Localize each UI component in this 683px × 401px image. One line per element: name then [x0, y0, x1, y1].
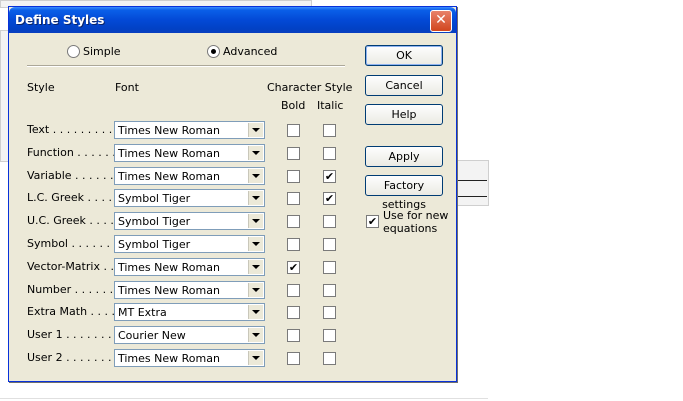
bold-checkbox[interactable] — [287, 284, 300, 297]
italic-checkbox[interactable]: ✔ — [323, 192, 336, 205]
italic-checkbox[interactable] — [323, 284, 336, 297]
chevron-down-icon[interactable] — [248, 237, 263, 251]
chevron-down-icon[interactable] — [248, 283, 263, 297]
font-select[interactable]: Times New Roman — [114, 167, 265, 185]
close-button[interactable]: ✕ — [430, 10, 452, 32]
check-icon: ✔ — [324, 170, 335, 183]
italic-checkbox[interactable] — [323, 329, 336, 342]
close-icon: ✕ — [435, 12, 447, 28]
apply-button[interactable]: Apply — [365, 146, 443, 167]
italic-checkbox[interactable]: ✔ — [323, 170, 336, 183]
italic-checkbox[interactable] — [323, 147, 336, 160]
font-select-value: Times New Roman — [118, 124, 220, 137]
style-label: Extra Math . . . . . — [27, 305, 123, 318]
font-select-value: Times New Roman — [118, 147, 220, 160]
chevron-down-icon[interactable] — [248, 260, 263, 274]
bold-checkbox[interactable] — [287, 306, 300, 319]
italic-checkbox[interactable] — [323, 124, 336, 137]
simple-label: Simple — [83, 45, 121, 58]
separator — [27, 65, 345, 67]
font-header: Font — [115, 81, 139, 94]
font-select-value: MT Extra — [118, 306, 167, 319]
chevron-down-icon[interactable] — [248, 328, 263, 342]
define-styles-dialog: Define Styles ✕ Simple Advanced Style Fo… — [8, 6, 457, 382]
style-label: User 2 . . . . . . . . — [27, 351, 119, 364]
font-select[interactable]: Symbol Tiger — [114, 235, 265, 253]
factory-settings-button[interactable]: Factory settings — [365, 175, 443, 211]
font-select[interactable]: Times New Roman — [114, 121, 265, 139]
advanced-label: Advanced — [223, 45, 278, 58]
style-label: Symbol . . . . . . . . — [27, 237, 124, 250]
title-bar: Define Styles ✕ — [9, 7, 456, 33]
bold-checkbox[interactable] — [287, 238, 300, 251]
style-label: Number . . . . . . . — [27, 283, 121, 296]
check-icon: ✔ — [324, 192, 335, 205]
use-for-new-checkbox[interactable]: ✔ — [366, 215, 379, 228]
chevron-down-icon[interactable] — [248, 146, 263, 160]
use-for-new-label-1: Use for new — [383, 209, 449, 222]
font-select-value: Symbol Tiger — [118, 238, 191, 251]
background-line — [0, 398, 488, 399]
chevron-down-icon[interactable] — [248, 214, 263, 228]
radio-selected-dot — [211, 49, 216, 54]
simple-radio[interactable] — [67, 45, 80, 58]
chevron-down-icon[interactable] — [248, 191, 263, 205]
character-style-header: Character Style — [267, 81, 353, 94]
font-select-value: Courier New — [118, 329, 186, 342]
style-label: Function . . . . . . . — [27, 146, 123, 159]
bold-checkbox[interactable] — [287, 147, 300, 160]
bold-checkbox[interactable] — [287, 329, 300, 342]
bold-checkbox[interactable]: ✔ — [287, 261, 300, 274]
font-select[interactable]: MT Extra — [114, 303, 265, 321]
font-select-value: Times New Roman — [118, 284, 220, 297]
check-icon: ✔ — [367, 215, 378, 228]
use-for-new-label-2: equations — [383, 222, 438, 235]
background-panel — [455, 160, 489, 206]
font-select[interactable]: Times New Roman — [114, 281, 265, 299]
ok-button[interactable]: OK — [365, 45, 443, 66]
font-select-value: Times New Roman — [118, 352, 220, 365]
style-label: L.C. Greek . . . . . — [27, 191, 119, 204]
style-label: User 1 . . . . . . . — [27, 328, 112, 341]
check-icon: ✔ — [288, 261, 299, 274]
chevron-down-icon[interactable] — [248, 123, 263, 137]
bold-header: Bold — [281, 99, 306, 112]
font-select[interactable]: Times New Roman — [114, 258, 265, 276]
font-select[interactable]: Symbol Tiger — [114, 189, 265, 207]
font-select-value: Symbol Tiger — [118, 192, 191, 205]
bold-checkbox[interactable] — [287, 215, 300, 228]
font-select[interactable]: Symbol Tiger — [114, 212, 265, 230]
italic-header: Italic — [317, 99, 344, 112]
chevron-down-icon[interactable] — [248, 305, 263, 319]
italic-checkbox[interactable] — [323, 306, 336, 319]
bold-checkbox[interactable] — [287, 192, 300, 205]
dialog-title: Define Styles — [15, 13, 105, 27]
background-ruler-line — [455, 196, 487, 197]
font-select-value: Times New Roman — [118, 261, 220, 274]
bold-checkbox[interactable] — [287, 170, 300, 183]
font-select-value: Symbol Tiger — [118, 215, 191, 228]
bold-checkbox[interactable] — [287, 124, 300, 137]
style-header: Style — [27, 81, 55, 94]
italic-checkbox[interactable] — [323, 238, 336, 251]
cancel-button[interactable]: Cancel — [365, 75, 443, 96]
font-select-value: Times New Roman — [118, 170, 220, 183]
chevron-down-icon[interactable] — [248, 351, 263, 365]
style-label: U.C. Greek . . . . . — [27, 214, 121, 227]
style-label: Text . . . . . . . . . . — [27, 123, 120, 136]
background-ruler-line — [455, 180, 487, 181]
font-select[interactable]: Courier New — [114, 326, 265, 344]
italic-checkbox[interactable] — [323, 261, 336, 274]
italic-checkbox[interactable] — [323, 352, 336, 365]
font-select[interactable]: Times New Roman — [114, 144, 265, 162]
bold-checkbox[interactable] — [287, 352, 300, 365]
chevron-down-icon[interactable] — [248, 169, 263, 183]
italic-checkbox[interactable] — [323, 215, 336, 228]
help-button[interactable]: Help — [365, 104, 443, 125]
style-label: Vector-Matrix . . . — [27, 260, 121, 273]
advanced-radio[interactable] — [207, 45, 220, 58]
style-label: Variable . . . . . . . — [27, 169, 121, 182]
font-select[interactable]: Times New Roman — [114, 349, 265, 367]
